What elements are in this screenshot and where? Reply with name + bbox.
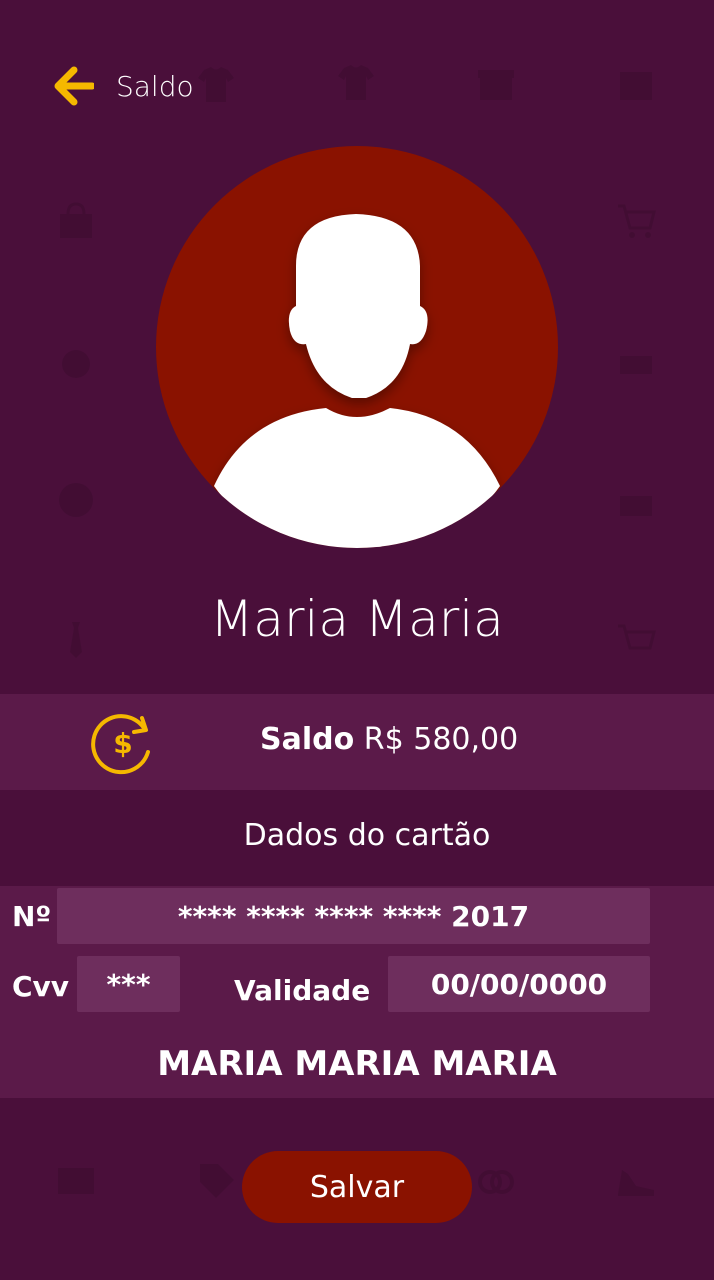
card-section-title: Dados do cartão bbox=[243, 818, 491, 853]
store-icon bbox=[620, 72, 652, 100]
shirt-icon bbox=[338, 65, 374, 100]
globe-icon bbox=[59, 483, 93, 517]
cart-icon bbox=[618, 204, 656, 238]
toy-icon bbox=[62, 350, 90, 378]
user-silhouette-icon bbox=[214, 214, 500, 548]
validity-field[interactable]: 00/00/0000 bbox=[388, 956, 650, 1012]
bag-icon bbox=[60, 202, 92, 238]
shirt-icon bbox=[198, 67, 234, 102]
balance-bar: $ Saldo R$ 580,00 bbox=[0, 694, 714, 790]
app-header: Saldo bbox=[52, 60, 194, 112]
card-holder-name[interactable]: MARIA MARIA MARIA bbox=[0, 1044, 714, 1084]
validity-label: Validade bbox=[234, 974, 371, 1007]
profile-name: Maria Maria bbox=[210, 590, 504, 648]
balance-label: Saldo bbox=[260, 722, 355, 757]
tag-icon bbox=[200, 1164, 234, 1198]
card-number-label: Nº bbox=[12, 900, 52, 933]
svg-text:$: $ bbox=[113, 727, 132, 760]
basket-icon bbox=[620, 496, 652, 516]
balance-value: R$ 580,00 bbox=[363, 722, 519, 757]
cvv-label: Cvv bbox=[12, 970, 70, 1003]
basket-icon bbox=[620, 356, 652, 374]
avatar[interactable] bbox=[156, 146, 558, 548]
cvv-field[interactable]: *** bbox=[77, 956, 180, 1012]
balance-text: Saldo R$ 580,00 bbox=[260, 722, 518, 757]
wallet-icon bbox=[58, 1168, 94, 1194]
card-panel: Nº **** **** **** **** 2017 Cvv *** Vali… bbox=[0, 886, 714, 1098]
save-button[interactable]: Salvar bbox=[242, 1151, 472, 1223]
page-title: Saldo bbox=[116, 69, 194, 103]
dollar-refresh-icon: $ bbox=[91, 714, 150, 775]
back-button[interactable] bbox=[52, 64, 96, 108]
rings-icon bbox=[478, 1170, 514, 1194]
gift-icon bbox=[478, 70, 514, 100]
arrow-left-icon bbox=[54, 66, 94, 106]
card-number-field[interactable]: **** **** **** **** 2017 bbox=[57, 888, 650, 944]
shoe-icon bbox=[618, 1170, 654, 1196]
